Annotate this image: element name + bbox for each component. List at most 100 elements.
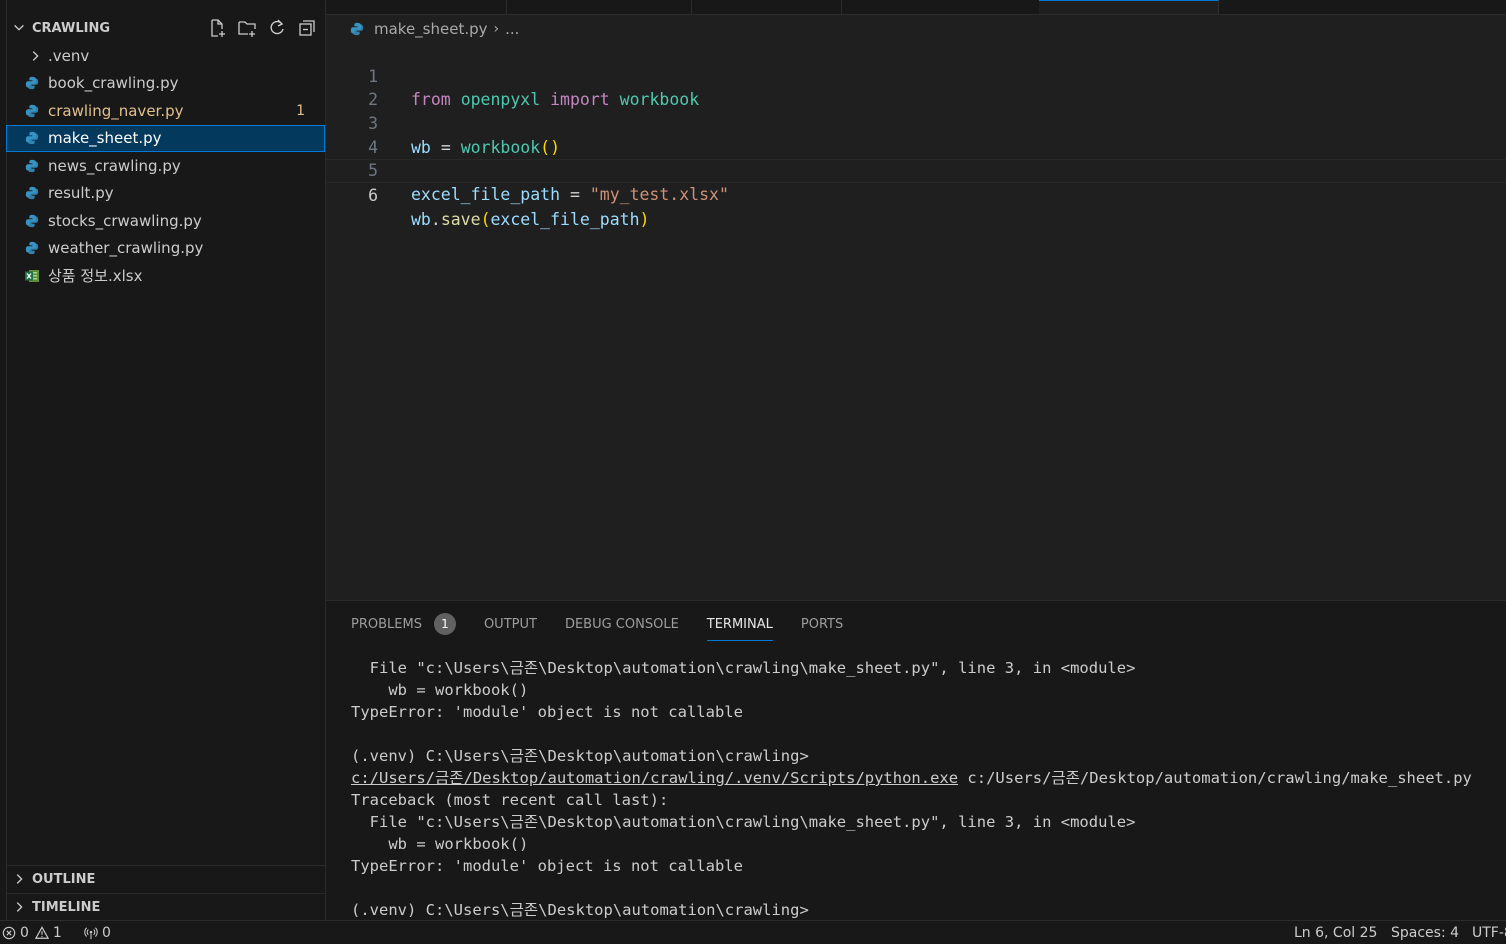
ports-count: 0 <box>102 924 111 941</box>
tree-item-news-crawling[interactable]: news_crawling.py <box>6 152 325 180</box>
new-folder-icon[interactable] <box>237 18 257 38</box>
timeline-section-header[interactable]: TIMELINE <box>6 893 325 920</box>
dot: . <box>430 209 441 229</box>
tree-item-stocks-crwawling[interactable]: stocks_crwawling.py <box>6 207 325 235</box>
tab-terminal-label: TERMINAL <box>706 616 773 632</box>
tree-item-label: 상품 정보.xlsx <box>48 267 143 286</box>
terminal-line: wb = workbook() <box>351 681 529 699</box>
breadcrumb-separator-icon: › <box>493 21 500 37</box>
chevron-right-icon <box>32 50 39 61</box>
editor-tab[interactable] <box>326 0 507 14</box>
cursor-position[interactable]: Ln 6, Col 25 <box>1294 921 1377 944</box>
close-paren: ) <box>639 209 650 229</box>
explorer-actions <box>207 15 317 41</box>
explorer-title: CRAWLING <box>32 20 111 36</box>
ports-status[interactable]: 0 <box>84 921 111 944</box>
timeline-label: TIMELINE <box>32 899 101 915</box>
script-path: c:/Users/금존/Desktop/automation/crawling/… <box>958 769 1472 787</box>
tab-output[interactable]: OUTPUT <box>484 613 537 635</box>
argument: excel_file_path <box>490 209 640 229</box>
terminal-line: (.venv) C:\Users\금존\Desktop\automation\c… <box>351 747 809 765</box>
method-name: save <box>440 209 481 229</box>
explorer-header[interactable]: CRAWLING <box>6 15 325 41</box>
line-text: excel_file_path = "my_test.xlsx" <box>411 183 729 207</box>
bottom-panel: PROBLEMS 1 OUTPUT DEBUG CONSOLE TERMINAL… <box>326 600 1506 921</box>
python-file-icon <box>25 159 39 172</box>
tab-problems[interactable]: PROBLEMS 1 <box>351 613 456 635</box>
open-paren: ( <box>480 209 491 229</box>
editor-tab-active[interactable] <box>1039 0 1219 14</box>
editor-tab-strip <box>326 0 1506 15</box>
code-editor[interactable]: 1 from openpyxl import workbook 2 3 wb =… <box>326 41 1506 229</box>
editor-tab[interactable] <box>841 0 1040 14</box>
tree-item-label: make_sheet.py <box>48 129 162 148</box>
tree-item-book-crawling[interactable]: book_crawling.py <box>6 70 325 98</box>
tree-item-label: weather_crawling.py <box>48 239 204 258</box>
python-file-icon <box>25 77 39 90</box>
tab-problems-label: PROBLEMS <box>351 616 422 632</box>
breadcrumb-file[interactable]: make_sheet.py <box>374 20 488 38</box>
tree-item-label: .venv <box>48 46 90 65</box>
explorer-sidebar: CRAWLING .venv book_crawling.py crawling… <box>0 0 326 920</box>
python-file-icon <box>25 132 39 145</box>
broadcast-icon <box>84 926 98 939</box>
breadcrumb: make_sheet.py › ... <box>350 19 519 39</box>
encoding-status[interactable]: UTF-8 <box>1472 921 1506 944</box>
tree-item-label: crawling_naver.py <box>48 101 184 120</box>
line-number: 6 <box>368 186 378 206</box>
operator: = <box>569 185 580 205</box>
panel-tabs: PROBLEMS 1 OUTPUT DEBUG CONSOLE TERMINAL… <box>351 613 871 641</box>
outline-section-header[interactable]: OUTLINE <box>6 865 325 892</box>
editor-area: make_sheet.py › ... 1 from openpyxl impo… <box>326 0 1506 600</box>
tab-debug-console[interactable]: DEBUG CONSOLE <box>565 613 679 635</box>
collapse-all-icon[interactable] <box>297 18 317 38</box>
tab-terminal[interactable]: TERMINAL <box>706 613 774 641</box>
error-icon <box>2 926 16 939</box>
tree-item-label: result.py <box>48 184 114 203</box>
string-literal: "my_test.xlsx" <box>589 185 729 205</box>
problem-count-badge: 1 <box>296 102 305 119</box>
python-file-icon <box>25 104 39 117</box>
tab-ports[interactable]: PORTS <box>801 613 843 635</box>
code-line: 4 <box>326 112 1506 157</box>
problems-count-badge: 1 <box>433 613 456 635</box>
python-exe-link[interactable]: c:/Users/금존/Desktop/automation/crawling/… <box>351 769 958 787</box>
editor-tab[interactable] <box>691 0 842 14</box>
breadcrumb-symbols[interactable]: ... <box>505 20 519 38</box>
tree-item-result[interactable]: result.py <box>6 180 325 208</box>
refresh-icon[interactable] <box>267 18 287 38</box>
tree-item-crawling-naver[interactable]: crawling_naver.py 1 <box>6 97 325 125</box>
excel-file-icon <box>25 269 39 282</box>
code-line: 3 wb = workbook() <box>326 88 1506 157</box>
tree-item-weather-crawling[interactable]: weather_crawling.py <box>6 235 325 263</box>
tree-item-product-info-xlsx[interactable]: 상품 정보.xlsx <box>6 262 325 290</box>
terminal-command-line: c:/Users/금존/Desktop/automation/crawling/… <box>351 767 1506 789</box>
outline-label: OUTLINE <box>32 871 96 887</box>
indentation-status[interactable]: Spaces: 4 <box>1391 921 1459 944</box>
line-text: wb.save(excel_file_path) <box>411 208 649 232</box>
new-file-icon[interactable] <box>207 18 227 38</box>
terminal-output[interactable]: File "c:\Users\금존\Desktop\automation\cra… <box>351 657 1506 921</box>
terminal-line: File "c:\Users\금존\Desktop\automation\cra… <box>351 659 1136 677</box>
terminal-line: File "c:\Users\금존\Desktop\automation\cra… <box>351 813 1136 831</box>
tree-item-make-sheet[interactable]: make_sheet.py <box>6 124 325 152</box>
error-count: 0 <box>20 924 29 941</box>
tree-item-label: book_crawling.py <box>48 74 179 93</box>
tree-item-venv[interactable]: .venv <box>6 42 325 70</box>
terminal-line: TypeError: 'module' object is not callab… <box>351 703 743 721</box>
terminal-line: Traceback (most recent call last): <box>351 791 669 809</box>
tab-ports-label: PORTS <box>800 616 844 632</box>
chevron-right-icon <box>16 874 23 884</box>
tab-output-label: OUTPUT <box>483 616 537 632</box>
editor-tab[interactable] <box>506 0 692 14</box>
tab-debug-console-label: DEBUG CONSOLE <box>564 616 679 632</box>
code-line: 5 excel_file_path = "my_test.xlsx" <box>326 136 1506 204</box>
status-bar: 0 1 0 Ln 6, Col 25 Spaces: 4 UTF-8 <box>0 920 1506 944</box>
chevron-right-icon <box>16 902 23 912</box>
warning-count: 1 <box>52 924 62 941</box>
code-line: 2 <box>326 65 1506 109</box>
terminal-line: TypeError: 'module' object is not callab… <box>351 857 743 875</box>
problems-status[interactable]: 0 1 <box>2 921 62 944</box>
